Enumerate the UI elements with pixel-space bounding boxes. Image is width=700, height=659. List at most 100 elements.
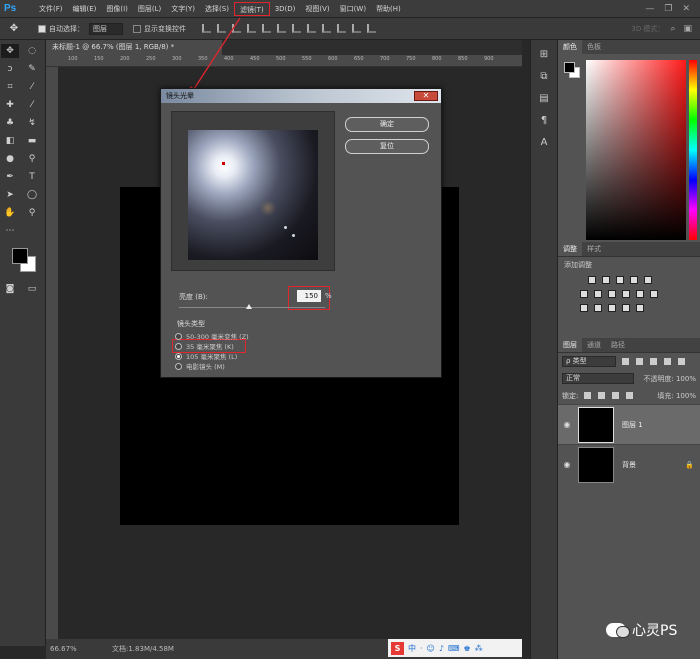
layer-name[interactable]: 背景: [622, 460, 636, 470]
healing-tool-icon[interactable]: ✚: [1, 98, 19, 112]
show-transform-checkbox[interactable]: [133, 24, 141, 33]
search-icon[interactable]: ⌕: [670, 24, 675, 34]
color-picker-field[interactable]: [586, 60, 686, 240]
ime-skin-icon[interactable]: ♚: [464, 644, 471, 653]
lock-position-icon[interactable]: [612, 392, 620, 399]
flare-center-crosshair[interactable]: [222, 162, 225, 165]
brush-tool-icon[interactable]: ⁄: [23, 98, 41, 112]
exposure-adj-icon[interactable]: [630, 276, 638, 284]
info-panel-icon[interactable]: ▤: [537, 92, 551, 106]
distribute-top-icon[interactable]: [292, 24, 301, 33]
layer-row-background[interactable]: ◉ 背景 🔒: [558, 444, 700, 484]
path-select-tool-icon[interactable]: ➤: [1, 188, 19, 202]
history-panel-icon[interactable]: ⊞: [537, 48, 551, 62]
filter-pixel-icon[interactable]: [622, 358, 629, 365]
lens-option-zoom[interactable]: 50-300 毫米变焦 (Z): [173, 331, 333, 341]
crop-tool-icon[interactable]: ⌗: [1, 80, 19, 94]
zoom-level[interactable]: 66.67%: [46, 645, 98, 653]
ime-keyboard-icon[interactable]: ⌨: [448, 644, 460, 653]
reset-button[interactable]: 复位: [345, 139, 429, 154]
radio-button[interactable]: [175, 342, 182, 350]
tab-adjustments[interactable]: 调整: [558, 242, 582, 256]
color-swatches[interactable]: [6, 248, 45, 278]
close-icon[interactable]: ✕: [414, 91, 438, 101]
ime-voice-icon[interactable]: ♪: [439, 644, 444, 653]
menu-window[interactable]: 窗口(W): [335, 2, 371, 16]
tab-swatches[interactable]: 色板: [582, 40, 606, 54]
align-hcenter-icon[interactable]: [262, 24, 271, 33]
history-brush-tool-icon[interactable]: ↯: [23, 116, 41, 130]
curves-adj-icon[interactable]: [616, 276, 624, 284]
panel-foreground-color[interactable]: [564, 62, 575, 73]
eye-icon[interactable]: ◉: [558, 420, 576, 429]
zoom-tool-icon[interactable]: ⚲: [23, 206, 41, 220]
filter-adjust-icon[interactable]: [636, 358, 643, 365]
close-icon[interactable]: ✕: [682, 4, 690, 14]
hand-tool-icon[interactable]: ✋: [1, 206, 19, 220]
flare-preview[interactable]: [188, 130, 318, 260]
align-top-icon[interactable]: [202, 24, 211, 33]
hue-slider[interactable]: [689, 60, 697, 240]
lock-pixels-icon[interactable]: [598, 392, 606, 399]
gradient-tool-icon[interactable]: ▬: [23, 134, 41, 148]
dialog-title-bar[interactable]: 镜头光晕 ✕: [161, 89, 441, 103]
align-vcenter-icon[interactable]: [217, 24, 226, 33]
color-lookup-adj-icon[interactable]: [650, 290, 658, 298]
brightness-input[interactable]: 150: [297, 290, 321, 302]
align-left-icon[interactable]: [247, 24, 256, 33]
menu-3d[interactable]: 3D(D): [270, 2, 301, 16]
radio-button-selected[interactable]: [175, 352, 182, 360]
document-tab[interactable]: 未标题-1 @ 66.7% (图层 1, RGB/8) *: [46, 40, 222, 55]
radio-button[interactable]: [175, 332, 182, 340]
selective-color-adj-icon[interactable]: [622, 304, 630, 312]
eyedropper-tool-icon[interactable]: ⁄: [23, 80, 41, 94]
distribute-left-icon[interactable]: [337, 24, 346, 33]
brightness-adj-icon[interactable]: [588, 276, 596, 284]
layer-row-layer1[interactable]: ◉ 图层 1: [558, 404, 700, 444]
ime-logo[interactable]: S: [391, 641, 404, 655]
menu-view[interactable]: 视图(V): [300, 2, 334, 16]
bw-adj-icon[interactable]: [608, 290, 616, 298]
more-tools-icon[interactable]: ⋯: [1, 224, 19, 238]
blur-tool-icon[interactable]: ●: [1, 152, 19, 166]
distribute-hcenter-icon[interactable]: [352, 24, 361, 33]
ime-punct-icon[interactable]: ·: [420, 644, 423, 653]
layer-kind-filter[interactable]: ρ 类型: [562, 356, 616, 367]
ime-lang[interactable]: 中: [408, 643, 416, 654]
marquee-tool-icon[interactable]: ◌: [23, 44, 41, 58]
pen-tool-icon[interactable]: ✒: [1, 170, 19, 184]
tab-color[interactable]: 颜色: [558, 40, 582, 54]
ime-emoji-icon[interactable]: ☺: [427, 644, 435, 653]
shape-tool-icon[interactable]: ◯: [23, 188, 41, 202]
radio-button[interactable]: [175, 362, 182, 370]
distribute-bottom-icon[interactable]: [322, 24, 331, 33]
photo-filter-adj-icon[interactable]: [622, 290, 630, 298]
filter-smart-icon[interactable]: [678, 358, 685, 365]
minimize-icon[interactable]: —: [645, 4, 654, 14]
menu-file[interactable]: 文件(F): [34, 2, 68, 16]
character-panel-icon[interactable]: A: [537, 136, 551, 150]
align-right-icon[interactable]: [277, 24, 286, 33]
levels-adj-icon[interactable]: [602, 276, 610, 284]
color-balance-adj-icon[interactable]: [594, 290, 602, 298]
dodge-tool-icon[interactable]: ⚲: [23, 152, 41, 166]
paragraph-panel-icon[interactable]: ¶: [537, 114, 551, 128]
filter-shape-icon[interactable]: [664, 358, 671, 365]
quick-mask-icon[interactable]: ◙: [1, 282, 19, 296]
threshold-adj-icon[interactable]: [608, 304, 616, 312]
invert-adj-icon[interactable]: [580, 304, 588, 312]
workspace-icon[interactable]: ▣: [683, 24, 692, 34]
auto-select-checkbox[interactable]: [38, 24, 46, 33]
ime-settings-icon[interactable]: ⁂: [475, 644, 483, 653]
menu-layer[interactable]: 图层(L): [133, 2, 166, 16]
menu-image[interactable]: 图像(I): [101, 2, 133, 16]
vibrance-adj-icon[interactable]: [644, 276, 652, 284]
lens-option-105mm[interactable]: 105 毫米聚焦 (L): [173, 351, 333, 361]
eye-icon[interactable]: ◉: [558, 460, 576, 469]
lock-all-icon[interactable]: [626, 392, 634, 399]
lasso-tool-icon[interactable]: ↄ: [1, 62, 19, 76]
menu-help[interactable]: 帮助(H): [371, 2, 406, 16]
tab-styles[interactable]: 样式: [582, 242, 606, 256]
brightness-slider-thumb[interactable]: [246, 304, 253, 309]
posterize-adj-icon[interactable]: [594, 304, 602, 312]
